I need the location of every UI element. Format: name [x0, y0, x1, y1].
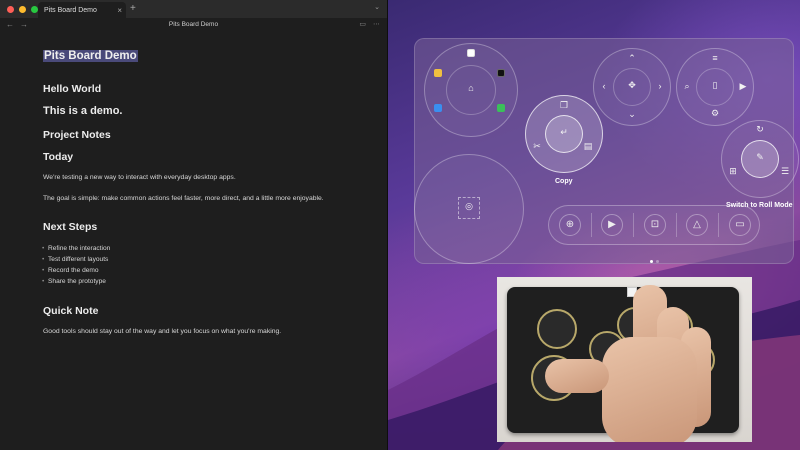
title-bar: Pits Board Demo × + ⌄: [0, 0, 387, 18]
gear-icon[interactable]: ⚙: [709, 109, 721, 121]
app-icon-a[interactable]: [467, 49, 475, 57]
tab-pits-board-demo[interactable]: Pits Board Demo ×: [38, 2, 126, 18]
app-icon-green[interactable]: [497, 104, 505, 112]
video-icon[interactable]: ▶: [601, 214, 623, 236]
play-circle-icon[interactable]: ▶: [737, 82, 749, 94]
more-options-icon[interactable]: ⋯: [373, 20, 380, 28]
board-key: [537, 309, 577, 349]
copy-icon[interactable]: ❐: [558, 101, 570, 113]
move-icon: ✥: [628, 80, 636, 90]
heading-project-notes: Project Notes: [43, 129, 111, 141]
page-dot[interactable]: [656, 260, 659, 263]
heading-quick-note: Quick Note: [43, 305, 99, 317]
checklist-icon[interactable]: ☰: [779, 167, 791, 179]
paragraph-1: We're testing a new way to interact with…: [43, 174, 236, 181]
list-item: Record the demo: [42, 267, 99, 274]
search-icon[interactable]: ⌕: [681, 82, 693, 94]
editor-window: Pits Board Demo × + ⌄ ← → Pits Board Dem…: [0, 0, 388, 450]
heading-next-steps: Next Steps: [43, 221, 98, 233]
heading-today: Today: [43, 151, 74, 163]
minimize-window-button[interactable]: [19, 5, 26, 13]
page-title[interactable]: Pits Board Demo: [43, 50, 138, 62]
divider: [676, 213, 677, 237]
paragraph-3: Good tools should stay out of the way an…: [43, 328, 282, 335]
divider: [591, 213, 592, 237]
list-item: Test different layouts: [42, 256, 108, 263]
arrow-right-icon[interactable]: ›: [654, 82, 666, 94]
page-indicator[interactable]: [650, 260, 659, 263]
grid-icon[interactable]: ⊞: [727, 167, 739, 179]
paragraph-2: The goal is simple: make common actions …: [43, 195, 324, 202]
page-dot-active[interactable]: [650, 260, 653, 263]
robot-icon: ⌂: [468, 83, 474, 93]
app-icon-black[interactable]: [497, 69, 505, 77]
refresh-icon[interactable]: ↻: [754, 125, 766, 137]
heading-demo: This is a demo.: [43, 105, 123, 117]
divider: [633, 213, 634, 237]
shapes-icon[interactable]: △: [686, 214, 708, 236]
chevron-down-icon[interactable]: ⌄: [374, 3, 380, 11]
paste-icon[interactable]: ▤: [582, 142, 594, 154]
list-item: Share the prototype: [42, 278, 106, 285]
copy-label: Copy: [555, 178, 573, 185]
menu-icon[interactable]: ≡: [709, 54, 721, 66]
reading-view-icon[interactable]: ▭: [359, 20, 366, 28]
mouse-icon: ▯: [712, 80, 718, 90]
list-item: Refine the interaction: [42, 245, 110, 252]
hand-thumb: [545, 359, 609, 393]
cursor-click-icon: ◎: [465, 201, 473, 211]
app-icon-blue[interactable]: [434, 104, 442, 112]
tab-label: Pits Board Demo: [44, 6, 97, 14]
new-tab-button[interactable]: +: [130, 3, 136, 14]
enter-icon: ↵: [560, 127, 568, 137]
pencil-icon: ✎: [756, 152, 764, 162]
hand-palm: [602, 337, 697, 442]
folder-icon[interactable]: ▭: [729, 214, 751, 236]
window-controls: [0, 5, 38, 13]
arrow-down-icon[interactable]: ⌄: [626, 110, 638, 122]
close-tab-icon[interactable]: ×: [117, 6, 122, 15]
arrow-up-icon[interactable]: ⌃: [626, 54, 638, 66]
document-title: Pits Board Demo: [168, 21, 219, 28]
editor-toolbar: ← → Pits Board Demo ▭ ⋯: [0, 18, 387, 32]
maximize-window-button[interactable]: [31, 5, 38, 13]
cut-icon[interactable]: ✂: [531, 142, 543, 154]
divider: [718, 213, 719, 237]
app-icon-yellow[interactable]: [434, 69, 442, 77]
camera-inset: [497, 277, 752, 442]
heading-hello-world: Hello World: [43, 83, 102, 95]
close-window-button[interactable]: [7, 5, 14, 13]
screenshot-icon[interactable]: ⊡: [644, 214, 666, 236]
arrow-left-icon[interactable]: ‹: [598, 82, 610, 94]
globe-icon[interactable]: ⊕: [559, 214, 581, 236]
